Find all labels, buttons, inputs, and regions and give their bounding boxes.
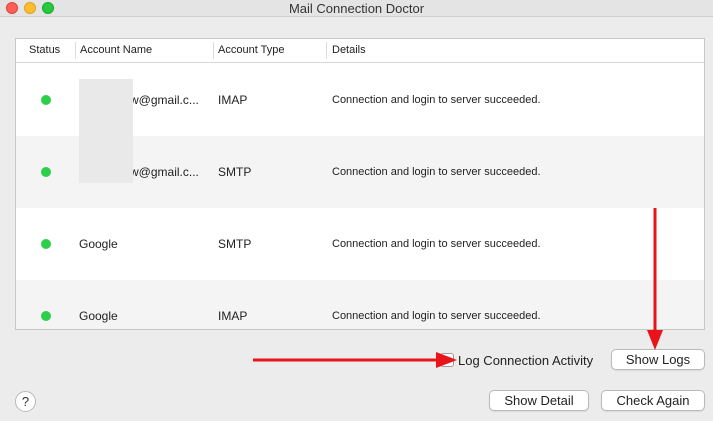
account-name-cell: Google [79, 237, 118, 251]
account-type-cell: SMTP [218, 165, 252, 179]
account-type-cell: IMAP [218, 93, 248, 107]
redacted-email-block [79, 79, 133, 183]
title-bar: Mail Connection Doctor [0, 0, 713, 17]
check-again-button[interactable]: Check Again [601, 390, 705, 411]
window-title: Mail Connection Doctor [288, 1, 425, 16]
help-button[interactable]: ? [15, 391, 36, 412]
connection-table[interactable]: Status Account Name Account Type Details… [15, 38, 705, 330]
account-type-cell: IMAP [218, 309, 248, 323]
account-type-cell: SMTP [218, 237, 252, 251]
account-name-cell: Google [79, 309, 118, 323]
column-header-details[interactable]: Details [332, 44, 366, 56]
arrow-pointing-to-checkbox-icon [253, 352, 457, 368]
status-ok-icon [41, 239, 51, 249]
column-divider[interactable] [326, 42, 327, 59]
table-header: Status Account Name Account Type Details [16, 39, 704, 63]
column-header-status[interactable]: Status [29, 44, 60, 56]
column-divider[interactable] [75, 42, 76, 59]
table-row[interactable]: Google SMTP Connection and login to serv… [16, 208, 704, 280]
show-logs-button[interactable]: Show Logs [611, 349, 705, 370]
show-detail-button[interactable]: Show Detail [489, 390, 589, 411]
column-header-account-name[interactable]: Account Name [80, 44, 152, 56]
status-ok-icon [41, 311, 51, 321]
log-connection-activity-checkbox[interactable] [440, 353, 454, 367]
column-divider[interactable] [213, 42, 214, 59]
log-connection-activity-label[interactable]: Log Connection Activity [458, 353, 593, 368]
details-cell: Connection and login to server succeeded… [332, 166, 541, 178]
status-ok-icon [41, 95, 51, 105]
account-name-cell: w@gmail.c... [130, 93, 199, 107]
details-cell: Connection and login to server succeeded… [332, 310, 541, 322]
details-cell: Connection and login to server succeeded… [332, 238, 541, 250]
column-header-account-type[interactable]: Account Type [218, 44, 284, 56]
account-name-cell: w@gmail.c... [130, 165, 199, 179]
status-ok-icon [41, 167, 51, 177]
details-cell: Connection and login to server succeeded… [332, 94, 541, 106]
table-row[interactable]: Google IMAP Connection and login to serv… [16, 280, 704, 329]
